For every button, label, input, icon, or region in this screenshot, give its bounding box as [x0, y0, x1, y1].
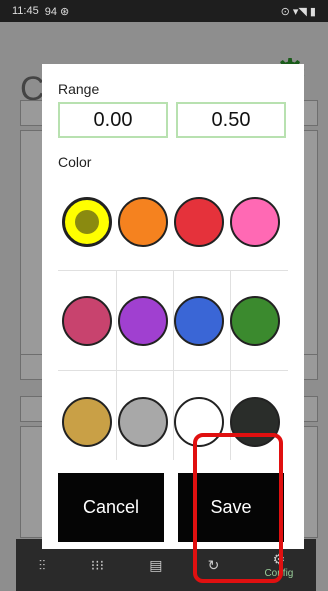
color-swatch[interactable] [174, 296, 224, 346]
color-swatch[interactable] [230, 296, 280, 346]
nav-grid-icon: ⁝⁝⁝ [90, 556, 105, 573]
color-swatch[interactable] [230, 197, 280, 247]
color-swatch[interactable] [118, 397, 168, 447]
status-bar: 11:45 94 ⊛ ⊙ ▾◥ ▮ [0, 0, 328, 22]
nav-list-icon: ▤ [149, 556, 163, 573]
color-swatch[interactable] [62, 296, 112, 346]
grid-divider [116, 270, 117, 370]
color-swatch[interactable] [62, 397, 112, 447]
save-highlight-annotation [193, 433, 283, 583]
grid-divider [116, 370, 117, 460]
status-time: 11:45 [12, 5, 39, 17]
status-left: 11:45 94 ⊛ [12, 5, 69, 18]
status-right: ⊙ ▾◥ ▮ [281, 5, 316, 18]
status-notification-icons: 94 ⊛ [44, 5, 70, 18]
nav-sliders-icon: ⫶⫶ [38, 556, 46, 573]
range-label: Range [58, 81, 100, 97]
range-max-field[interactable]: 0.50 [176, 102, 286, 138]
color-swatch[interactable] [174, 197, 224, 247]
status-system-icons: ⊙ ▾◥ ▮ [280, 5, 316, 18]
color-swatch-selected[interactable] [62, 197, 112, 247]
color-swatch[interactable] [118, 296, 168, 346]
color-label: Color [58, 154, 92, 170]
range-min-field[interactable]: 0.00 [58, 102, 168, 138]
cancel-button[interactable]: Cancel [58, 473, 164, 542]
color-swatch[interactable] [118, 197, 168, 247]
selected-indicator-icon [75, 210, 99, 234]
